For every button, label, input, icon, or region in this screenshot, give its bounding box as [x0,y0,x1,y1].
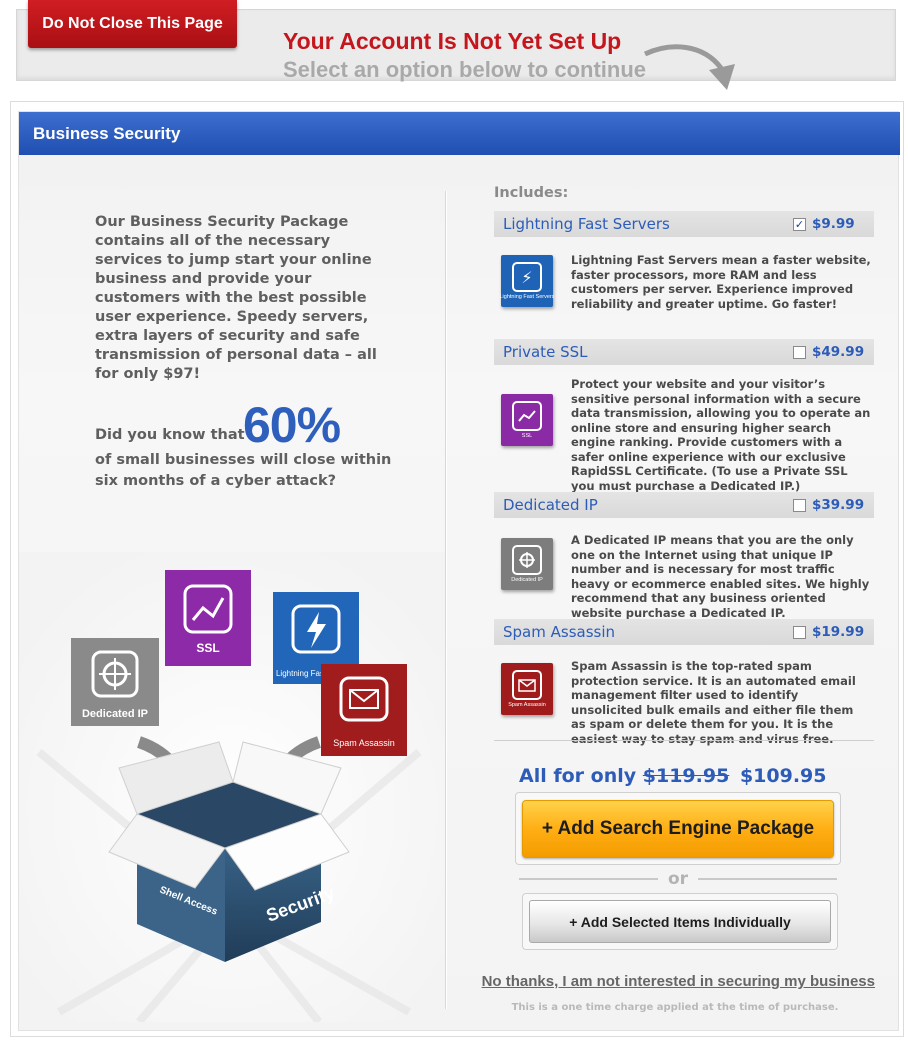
item-row-spam-assassin: Spam Assassin $19.99 [494,619,874,645]
item-checkbox-spam-assassin[interactable] [793,625,806,639]
or-line-left [519,878,658,880]
item-row-dedicated-ip: Dedicated IP $39.99 [494,492,874,518]
security-box-illustration: Dedicated IP SSL Lightning Fast Servers [19,552,445,1022]
business-security-panel: Business Security Our Business Security … [10,101,904,1037]
ssl-chart-icon: SSL [501,394,553,446]
ssl-tile-label: SSL [196,641,219,655]
add-individual-button-frame: + Add Selected Items Individually [522,893,838,950]
price-separator [494,740,874,741]
item-row-ssl: Private SSL $49.99 [494,339,874,365]
fine-print: This is a one time charge applied at the… [511,1002,839,1013]
item-checkbox-lightning[interactable]: ✓ [793,217,806,231]
item-checkbox-ssl[interactable] [793,345,806,359]
item-description: Spam Assassin is the top-rated spam prot… [571,659,856,746]
banner-title: Your Account Is Not Yet Set Up [283,28,622,54]
stat-number: 60% [243,397,341,453]
item-checkbox-dedicated-ip[interactable] [793,498,806,512]
item-name: Spam Assassin [503,623,616,641]
new-price: $109.95 [739,765,827,787]
item-price: $49.99 [812,344,865,360]
item-description: A Dedicated IP means that you are the on… [571,533,870,620]
add-search-engine-package-button[interactable]: + Add Search Engine Package [522,800,834,858]
item-price: $19.99 [812,624,865,640]
icon-caption: Spam Assassin [508,702,546,708]
includes-label: Includes: [494,185,569,201]
target-icon: Dedicated IP [501,538,553,590]
item-name: Private SSL [503,343,588,361]
or-separator: or [519,868,838,890]
bundle-price-prefix: All for only [519,765,637,787]
icon-caption: Lightning Fast Servers [499,294,555,300]
dedicated-ip-tile-label: Dedicated IP [82,708,148,720]
bundle-price: All for only $119.95 $109.95 [519,765,826,787]
or-text: or [667,869,689,889]
item-row-lightning: Lightning Fast Servers ✓ $9.99 [494,211,874,237]
panel-body: Business Security Our Business Security … [18,111,900,1031]
spam-tile-label: Spam Assassin [333,738,395,748]
item-price: $9.99 [812,216,855,232]
column-divider [445,191,447,1009]
panel-header: Business Security [19,112,900,155]
envelope-icon: Spam Assassin [501,663,553,715]
banner-subtitle: Select an option below to continue [283,57,647,82]
spam-assassin-tile: Spam Assassin [321,664,407,756]
icon-caption: SSL [521,433,533,439]
stat-prefix: Did you know that [95,427,245,443]
curved-arrow-icon [643,44,735,90]
stat-suffix: of small businesses will close within si… [95,452,392,489]
no-thanks-link[interactable]: No thanks, I am not interested in securi… [475,973,875,990]
old-price: $119.95 [642,765,730,787]
ssl-tile: SSL [165,570,251,666]
item-description: Lightning Fast Servers mean a faster web… [571,253,871,311]
item-description: Protect your website and your visitor’s … [571,377,871,493]
dedicated-ip-tile: Dedicated IP [71,638,159,726]
item-name: Lightning Fast Servers [503,215,670,233]
icon-caption: Dedicated IP [511,577,543,583]
lightning-icon: ⚡ Lightning Fast Servers [499,255,555,307]
or-line-right [698,878,838,880]
do-not-close-tab: Do Not Close This Page [28,0,237,48]
item-name: Dedicated IP [503,496,598,514]
add-selected-items-button[interactable]: + Add Selected Items Individually [529,900,831,943]
add-package-button-frame: + Add Search Engine Package [515,792,841,865]
package-intro: Our Business Security Package contains a… [95,214,377,382]
item-price: $39.99 [812,497,865,513]
